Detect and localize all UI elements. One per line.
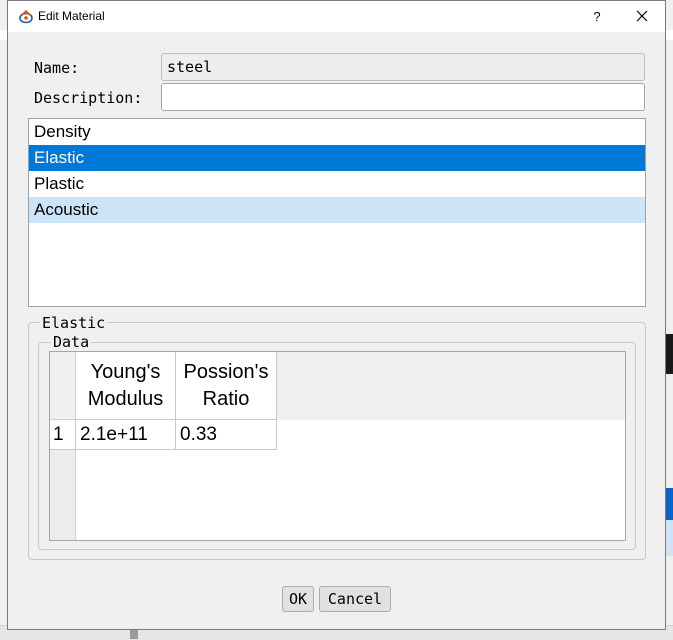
elastic-group-title: Elastic — [40, 314, 108, 332]
app-logo-icon — [19, 9, 33, 24]
description-label: Description: — [34, 89, 143, 107]
property-list: Density Elastic Plastic Acoustic — [28, 118, 646, 307]
background-app-panel — [665, 334, 673, 374]
background-app-selection — [665, 488, 673, 520]
data-group-title: Data — [51, 333, 92, 351]
help-button[interactable]: ? — [580, 1, 614, 32]
background-app-highlight — [665, 520, 673, 556]
property-item-acoustic[interactable]: Acoustic — [29, 197, 645, 223]
table-cell-poissons-ratio[interactable]: 0.33 — [176, 420, 277, 450]
dialog-title: Edit Material — [38, 9, 105, 23]
property-item-elastic[interactable]: Elastic — [29, 145, 645, 171]
title-bar[interactable]: Edit Material ? — [8, 1, 665, 32]
table-cell-youngs-modulus[interactable]: 2.1e+11 — [76, 420, 176, 450]
property-item-density[interactable]: Density — [29, 119, 645, 145]
close-icon — [636, 10, 648, 22]
column-header-poissons-ratio[interactable]: Possion's Ratio — [176, 352, 277, 420]
column-header-label: Young's Modulus — [87, 360, 164, 410]
column-header-youngs-modulus[interactable]: Young's Modulus — [76, 352, 176, 420]
name-field[interactable] — [161, 53, 645, 81]
row-header-gutter — [50, 450, 76, 540]
edit-material-dialog: Edit Material ? Name: Description: Densi… — [7, 0, 666, 630]
name-label: Name: — [34, 59, 80, 77]
elastic-data-table: Young's Modulus Possion's Ratio 1 2.1e+1… — [49, 351, 626, 541]
close-button[interactable] — [620, 1, 664, 32]
description-field[interactable] — [161, 83, 645, 111]
row-header[interactable]: 1 — [50, 420, 76, 450]
table-corner[interactable] — [50, 352, 76, 420]
cancel-button[interactable]: Cancel — [319, 586, 391, 612]
column-header-label: Possion's Ratio — [183, 360, 269, 410]
property-item-plastic[interactable]: Plastic — [29, 171, 645, 197]
ok-button[interactable]: OK — [282, 586, 314, 612]
